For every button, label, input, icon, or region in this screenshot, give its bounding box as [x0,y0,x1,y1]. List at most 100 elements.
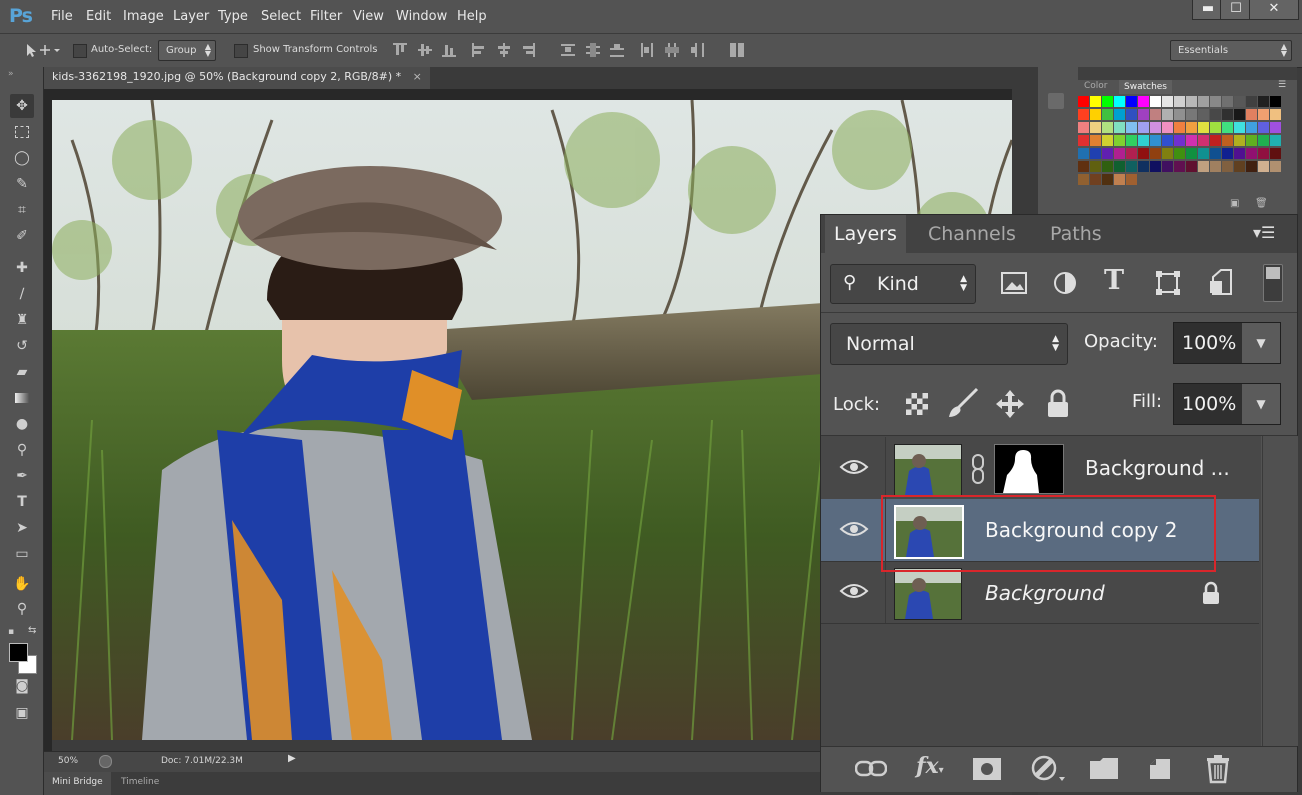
color-swatch[interactable] [1090,109,1101,120]
opacity-field[interactable]: 100% ▼ [1173,322,1281,364]
filter-type-icon[interactable]: T [1104,265,1124,296]
color-swatch[interactable] [1174,122,1185,133]
eraser-tool-icon[interactable]: ▰ [10,360,34,384]
menu-type[interactable]: Type [218,9,248,24]
filter-kind-dropdown[interactable]: ⚲ Kind ▲ ▼ [830,264,976,304]
path-select-tool-icon[interactable]: ➤ [10,516,34,540]
color-swatch[interactable] [1078,161,1089,172]
color-swatch[interactable] [1210,122,1221,133]
align-vcenter-icon[interactable] [418,43,432,57]
color-swatch[interactable] [1126,174,1137,185]
color-swatch[interactable] [1186,161,1197,172]
color-swatch[interactable] [1090,96,1101,107]
color-swatch[interactable] [1246,122,1257,133]
color-swatch[interactable] [1102,122,1113,133]
color-swatch[interactable] [1198,135,1209,146]
status-menu-arrow-icon[interactable]: ▶ [288,753,300,769]
align-right-icon[interactable] [521,43,535,57]
color-swatch[interactable] [1138,161,1149,172]
opacity-dropdown-icon[interactable]: ▼ [1242,323,1280,363]
lock-transparent-icon[interactable] [905,392,929,416]
color-swatch[interactable] [1198,109,1209,120]
color-swatch[interactable] [1198,96,1209,107]
color-swatch[interactable] [1138,122,1149,133]
color-swatch[interactable] [1198,161,1209,172]
auto-align-icon[interactable] [730,43,744,57]
lock-position-icon[interactable] [995,389,1025,419]
filter-pixel-icon[interactable] [999,269,1029,297]
document-tab[interactable]: kids-3362198_1920.jpg @ 50% (Background … [44,67,430,89]
blur-tool-icon[interactable]: ● [10,412,34,436]
color-swatch[interactable] [1222,148,1233,159]
align-hcenter-icon[interactable] [497,43,511,57]
auto-select-dropdown[interactable]: Group ▲ ▼ [158,40,216,61]
color-swatch[interactable] [1138,148,1149,159]
visibility-eye-icon[interactable] [839,581,869,601]
color-swatch[interactable] [1186,122,1197,133]
quick-select-tool-icon[interactable]: ✎ [10,172,34,196]
color-swatch[interactable] [1234,122,1245,133]
hand-tool-icon[interactable]: ✋ [10,572,34,596]
color-swatch[interactable] [1150,109,1161,120]
color-swatch[interactable] [1222,96,1233,107]
type-tool-icon[interactable]: T [10,490,34,514]
color-swatch[interactable] [1150,96,1161,107]
color-swatch[interactable] [1234,135,1245,146]
auto-select-checkbox[interactable] [73,44,87,58]
color-swatch[interactable] [1174,109,1185,120]
color-swatch[interactable] [1186,148,1197,159]
color-swatch[interactable] [1150,135,1161,146]
color-swatch[interactable] [1126,161,1137,172]
menu-select[interactable]: Select [261,9,301,24]
color-swatch[interactable] [1174,148,1185,159]
fill-field[interactable]: 100% ▼ [1173,383,1281,425]
color-swatch[interactable] [1078,109,1089,120]
color-swatch[interactable] [1270,135,1281,146]
color-swatch[interactable] [1114,148,1125,159]
color-swatch[interactable] [1210,135,1221,146]
default-colors-icon[interactable]: ▪ [8,627,14,637]
crop-tool-icon[interactable]: ⌗ [10,198,34,222]
color-swatch[interactable] [1162,96,1173,107]
tab-mini-bridge[interactable]: Mini Bridge [44,772,111,795]
quick-mask-icon[interactable]: ◙ [10,674,34,698]
color-swatch[interactable] [1258,109,1269,120]
filter-shape-icon[interactable] [1154,269,1182,297]
dodge-tool-icon[interactable]: ⚲ [10,438,34,462]
lock-pixels-brush-icon[interactable] [947,387,981,419]
menu-image[interactable]: Image [123,9,164,24]
fill-dropdown-icon[interactable]: ▼ [1242,384,1280,424]
layers-scrollbar[interactable] [1262,436,1298,746]
color-swatch[interactable] [1114,174,1125,185]
color-swatch[interactable] [1138,96,1149,107]
color-swatch[interactable] [1270,122,1281,133]
color-swatch[interactable] [1258,96,1269,107]
visibility-eye-icon[interactable] [839,519,869,539]
color-swatch[interactable] [1090,122,1101,133]
menu-layer[interactable]: Layer [173,9,209,24]
color-swatch[interactable] [1234,161,1245,172]
brush-tool-icon[interactable]: ∕ [10,282,34,306]
color-swatch[interactable] [1198,122,1209,133]
color-swatch[interactable] [1162,109,1173,120]
foreground-color-swatch[interactable] [9,643,28,662]
color-swatch[interactable] [1258,135,1269,146]
color-swatch[interactable] [1102,148,1113,159]
color-swatch[interactable] [1246,148,1257,159]
color-swatch[interactable] [1162,161,1173,172]
color-swatch[interactable] [1150,122,1161,133]
color-swatch[interactable] [1270,109,1281,120]
mask-link-chain-icon[interactable] [971,454,985,484]
layer-style-fx-icon[interactable]: fx▾ [916,753,944,779]
color-swatch[interactable] [1114,109,1125,120]
align-left-icon[interactable] [472,43,486,57]
color-swatch[interactable] [1078,135,1089,146]
distribute-right-icon[interactable] [690,43,704,57]
tab-channels[interactable]: Channels [919,215,1025,253]
3d-panel-icon[interactable] [1048,93,1064,109]
distribute-top-icon[interactable] [561,43,575,57]
delete-swatch-icon[interactable]: 🗑 [1255,198,1268,209]
move-tool-icon[interactable] [24,41,60,59]
color-swatch[interactable] [1210,109,1221,120]
color-swatch[interactable] [1090,135,1101,146]
